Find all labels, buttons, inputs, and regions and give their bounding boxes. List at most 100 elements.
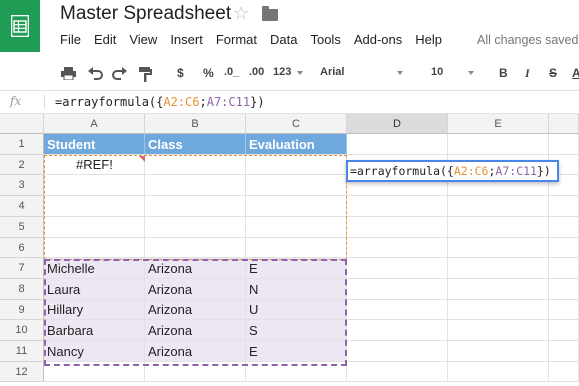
undo-icon[interactable] (88, 67, 103, 80)
number-format-button[interactable]: 123 (273, 66, 291, 78)
number-format-dropdown-icon[interactable] (297, 71, 303, 75)
row-header[interactable]: 9 (0, 300, 44, 320)
menu-addons[interactable]: Add-ons (354, 32, 402, 50)
redo-icon[interactable] (112, 67, 127, 80)
column-header-e[interactable]: E (448, 114, 549, 134)
cell-b6[interactable] (145, 238, 246, 258)
row-header[interactable]: 10 (0, 320, 44, 341)
row-header[interactable]: 7 (0, 258, 44, 279)
row-header[interactable]: 8 (0, 279, 44, 300)
row-header[interactable]: 4 (0, 196, 44, 217)
cell-f6[interactable] (549, 238, 579, 258)
decrease-decimals-button[interactable]: .0_ (224, 66, 239, 78)
cell-editor-d2[interactable]: =arrayformula({A2:C6;A7:C11}) (346, 160, 559, 182)
cell-b1[interactable]: Class (145, 134, 246, 155)
cell-a10[interactable]: Barbara (44, 320, 145, 341)
currency-format-button[interactable]: $ (177, 66, 184, 80)
cell-c10[interactable]: S (246, 320, 347, 341)
cell-f11[interactable] (549, 341, 579, 362)
menu-data[interactable]: Data (270, 32, 297, 50)
menu-insert[interactable]: Insert (170, 32, 203, 50)
menu-edit[interactable]: Edit (94, 32, 116, 50)
cell-d8[interactable] (347, 279, 448, 300)
cell-b12[interactable] (145, 362, 246, 382)
menu-view[interactable]: View (129, 32, 157, 50)
menu-format[interactable]: Format (216, 32, 257, 50)
row-header[interactable]: 11 (0, 341, 44, 362)
cell-a1[interactable]: Student (44, 134, 145, 155)
cell-f7[interactable] (549, 258, 579, 279)
cell-f12[interactable] (549, 362, 579, 382)
row-header[interactable]: 5 (0, 217, 44, 238)
cell-f5[interactable] (549, 217, 579, 238)
font-family-select[interactable]: Arial (320, 66, 344, 78)
increase-decimals-button[interactable]: .00 (249, 66, 264, 78)
cell-b8[interactable]: Arizona (145, 279, 246, 300)
cell-d6[interactable] (347, 238, 448, 258)
print-icon[interactable] (61, 67, 76, 80)
select-all-corner[interactable] (0, 114, 44, 134)
cell-e8[interactable] (448, 279, 549, 300)
cell-c1[interactable]: Evaluation (246, 134, 347, 155)
column-header-c[interactable]: C (246, 114, 347, 134)
cell-c2[interactable] (246, 155, 347, 175)
cell-a12[interactable] (44, 362, 145, 382)
cell-d5[interactable] (347, 217, 448, 238)
document-title[interactable]: Master Spreadsheet (60, 3, 231, 25)
cell-a2[interactable]: #REF! (44, 155, 145, 175)
column-header-d[interactable]: D (347, 114, 448, 134)
cell-b3[interactable] (145, 175, 246, 196)
row-header[interactable]: 6 (0, 238, 44, 258)
menu-help[interactable]: Help (415, 32, 442, 50)
font-family-dropdown-icon[interactable] (397, 71, 403, 75)
folder-icon[interactable] (262, 6, 278, 21)
font-size-select[interactable]: 10 (431, 66, 443, 78)
column-header-a[interactable]: A (44, 114, 145, 134)
cell-a8[interactable]: Laura (44, 279, 145, 300)
text-color-button[interactable]: A (572, 66, 579, 80)
strikethrough-button[interactable]: S (549, 66, 557, 80)
cell-a3[interactable] (44, 175, 145, 196)
percent-format-button[interactable]: % (203, 66, 214, 80)
row-header[interactable]: 1 (0, 134, 44, 155)
cell-d7[interactable] (347, 258, 448, 279)
cell-b10[interactable]: Arizona (145, 320, 246, 341)
star-icon[interactable]: ☆ (233, 3, 249, 24)
cell-a4[interactable] (44, 196, 145, 217)
cell-c9[interactable]: U (246, 300, 347, 320)
cell-f9[interactable] (549, 300, 579, 320)
cell-b7[interactable]: Arizona (145, 258, 246, 279)
cell-c6[interactable] (246, 238, 347, 258)
cell-e7[interactable] (448, 258, 549, 279)
cell-c3[interactable] (246, 175, 347, 196)
formula-input[interactable]: =arrayformula({A2:C6;A7:C11}) (55, 95, 265, 109)
cell-a11[interactable]: Nancy (44, 341, 145, 362)
column-header-b[interactable]: B (145, 114, 246, 134)
cell-d4[interactable] (347, 196, 448, 217)
italic-button[interactable]: I (525, 66, 530, 81)
cell-c12[interactable] (246, 362, 347, 382)
cell-c7[interactable]: E (246, 258, 347, 279)
cell-c5[interactable] (246, 217, 347, 238)
cell-e1[interactable] (448, 134, 549, 155)
cell-e5[interactable] (448, 217, 549, 238)
cell-e6[interactable] (448, 238, 549, 258)
cell-b4[interactable] (145, 196, 246, 217)
cell-d12[interactable] (347, 362, 448, 382)
cell-a5[interactable] (44, 217, 145, 238)
row-header[interactable]: 3 (0, 175, 44, 196)
menu-tools[interactable]: Tools (310, 32, 340, 50)
cell-c11[interactable]: E (246, 341, 347, 362)
cell-d9[interactable] (347, 300, 448, 320)
cell-b11[interactable]: Arizona (145, 341, 246, 362)
font-size-dropdown-icon[interactable] (468, 71, 474, 75)
cell-c8[interactable]: N (246, 279, 347, 300)
cell-b5[interactable] (145, 217, 246, 238)
row-header[interactable]: 2 (0, 155, 44, 175)
row-header[interactable]: 12 (0, 362, 44, 382)
cell-c4[interactable] (246, 196, 347, 217)
cell-f8[interactable] (549, 279, 579, 300)
sheets-logo-icon[interactable] (0, 0, 40, 52)
cell-d1[interactable] (347, 134, 448, 155)
cell-f4[interactable] (549, 196, 579, 217)
